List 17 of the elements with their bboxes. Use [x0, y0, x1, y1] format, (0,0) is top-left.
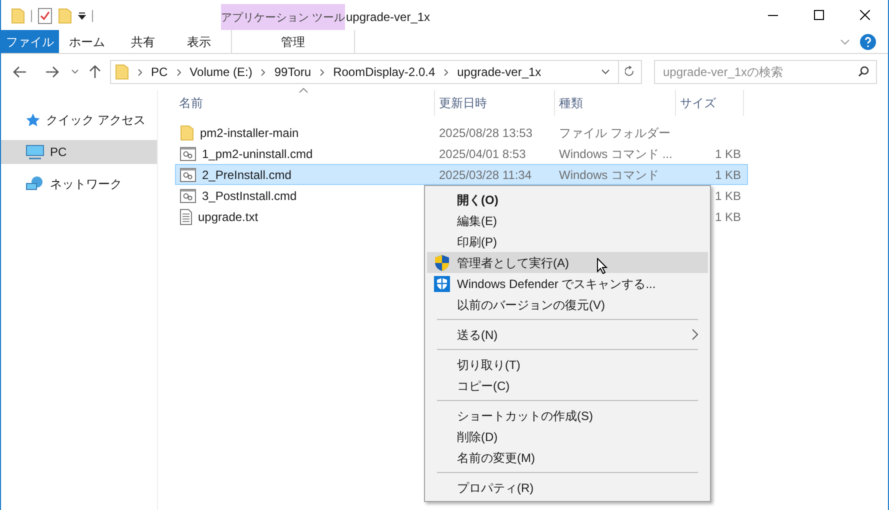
date-text: 2025/08/28 13:53	[439, 126, 532, 140]
file-name: upgrade.txt	[198, 208, 258, 226]
date-text: 2025/03/28 11:34	[439, 168, 532, 182]
window-title: upgrade-ver_1x	[346, 9, 430, 26]
type-text: Windows コマンド ...	[559, 146, 672, 160]
type-text: ファイル フォルダー	[559, 126, 670, 140]
file-name: 1_pm2-uninstall.cmd	[202, 146, 313, 162]
size-text: 1 KB	[714, 146, 741, 162]
size-text: 1 KB	[714, 188, 741, 204]
size-text: 1 KB	[714, 208, 741, 226]
type-text: Windows コマンド	[559, 168, 660, 182]
file-name: pm2-installer-main	[200, 124, 299, 142]
date-text: 2025/04/01 8:53	[439, 146, 526, 160]
file-name: 3_PostInstall.cmd	[202, 188, 297, 204]
file-name: 2_PreInstall.cmd	[202, 166, 292, 184]
context-tab-group: アプリケーション ツール	[221, 4, 345, 30]
size-text: 1 KB	[714, 166, 741, 184]
